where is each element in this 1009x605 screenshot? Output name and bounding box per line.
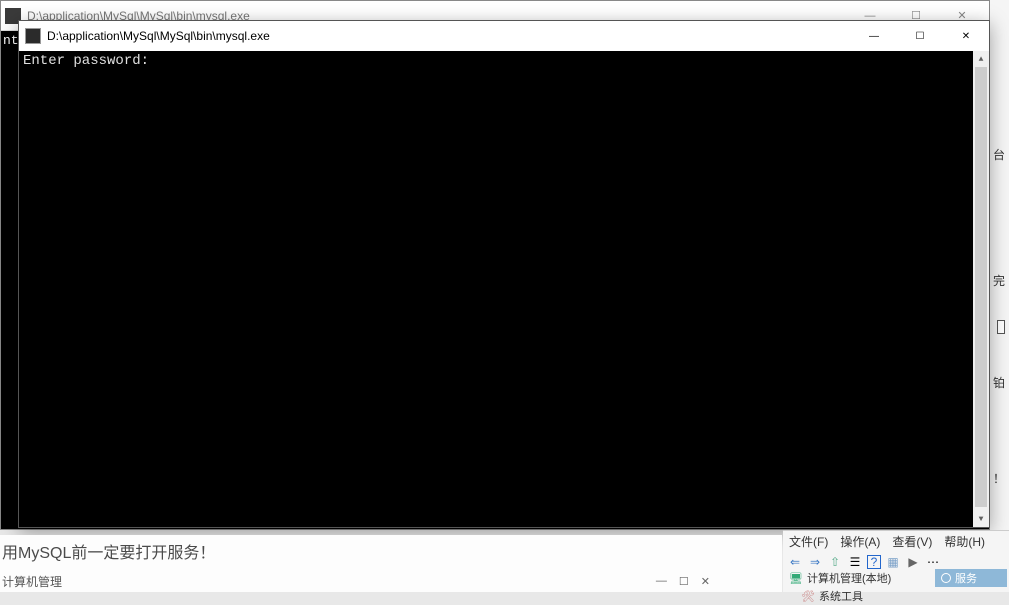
tree-root[interactable]: 🖥 计算机管理(本地) [787, 569, 931, 587]
tree-child-label: 系统工具 [819, 588, 863, 604]
mini-close-icon[interactable]: ✕ [701, 575, 710, 588]
mmc-tree: 🖥 计算机管理(本地) 🛠 系统工具 [787, 569, 931, 605]
services-label: 服务 [955, 570, 977, 586]
window-title: D:\application\MySql\MySql\bin\mysql.exe [47, 29, 851, 43]
services-header[interactable]: 服务 [935, 569, 1007, 587]
back-icon[interactable]: ⇐ [787, 554, 803, 570]
titlebar[interactable]: D:\application\MySql\MySql\bin\mysql.exe… [19, 21, 989, 51]
background-text-fragment: nt [3, 33, 19, 48]
article-snippet: 用MySQL前一定要打开服务！ 计算机管理 — ☐ ✕ [0, 535, 782, 592]
mini-maximize-icon[interactable]: ☐ [679, 575, 689, 588]
console-prompt: Enter password: [23, 53, 149, 69]
more-icon[interactable]: ⋯ [925, 554, 941, 570]
up-icon[interactable]: ⇧ [827, 554, 843, 570]
properties-icon[interactable]: ☰ [847, 554, 863, 570]
article-subtitle: 计算机管理 [2, 573, 656, 590]
menu-file[interactable]: 文件(F) [789, 533, 828, 550]
fragment-box-icon [997, 320, 1005, 334]
console-body[interactable]: Enter password: ▲ ▼ [19, 51, 989, 527]
play-icon[interactable]: ▶ [905, 554, 921, 570]
refresh-icon[interactable]: ▦ [885, 554, 901, 570]
mini-minimize-icon[interactable]: — [656, 575, 667, 588]
tree-child[interactable]: 🛠 系统工具 [787, 587, 931, 605]
scroll-up-icon[interactable]: ▲ [973, 51, 989, 67]
fragment-text: 铂 [993, 374, 1005, 391]
services-icon [941, 573, 951, 583]
fragment-text: 完 [993, 272, 1005, 289]
fragment-text: 台 [993, 146, 1005, 163]
mmc-menubar: 文件(F) 操作(A) 查看(V) 帮助(H) [783, 531, 1009, 552]
maximize-button[interactable]: ☐ [897, 21, 943, 51]
menu-action[interactable]: 操作(A) [840, 533, 880, 550]
computer-icon: 🖥 [789, 571, 803, 585]
article-text: 用MySQL前一定要打开服务！ [2, 539, 780, 563]
scroll-down-icon[interactable]: ▼ [973, 511, 989, 527]
mmc-window: 文件(F) 操作(A) 查看(V) 帮助(H) ⇐ ⇒ ⇧ ☰ ? ▦ ▶ ⋯ … [783, 530, 1009, 592]
vertical-scrollbar[interactable]: ▲ ▼ [973, 51, 989, 527]
help-icon[interactable]: ? [867, 555, 881, 569]
scrollbar-thumb[interactable] [975, 67, 987, 507]
mini-window-controls: — ☐ ✕ [656, 575, 780, 588]
app-icon[interactable] [25, 28, 41, 44]
minimize-button[interactable]: — [851, 21, 897, 51]
tools-icon: 🛠 [801, 589, 815, 603]
menu-help[interactable]: 帮助(H) [944, 533, 985, 550]
forward-icon[interactable]: ⇒ [807, 554, 823, 570]
menu-view[interactable]: 查看(V) [892, 533, 932, 550]
window-controls: — ☐ ✕ [851, 21, 989, 51]
fragment-text: ！ [993, 470, 1005, 487]
console-window: D:\application\MySql\MySql\bin\mysql.exe… [18, 20, 990, 528]
close-button[interactable]: ✕ [943, 21, 989, 51]
mmc-actions-pane: 服务 [935, 569, 1007, 587]
tree-root-label: 计算机管理(本地) [807, 570, 891, 586]
